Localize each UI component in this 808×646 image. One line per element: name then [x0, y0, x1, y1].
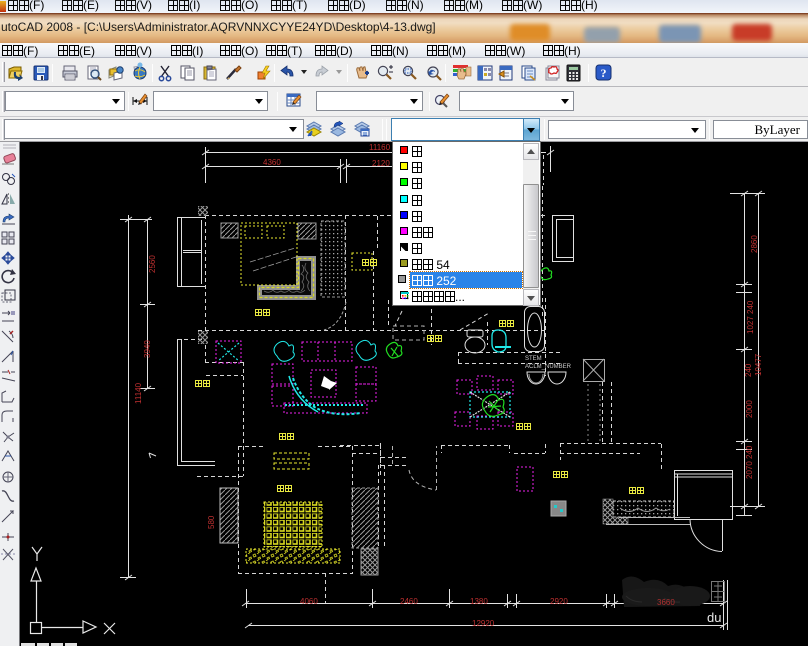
svg-text:3660: 3660: [657, 598, 675, 607]
svg-text:2920: 2920: [550, 597, 568, 606]
svg-text:?: ?: [601, 66, 607, 80]
svg-text:du: du: [707, 610, 721, 625]
svg-text:2860: 2860: [750, 235, 759, 253]
svg-text:4360: 4360: [263, 158, 281, 167]
svg-text:11160: 11160: [369, 143, 391, 152]
svg-text:3940: 3940: [143, 340, 152, 358]
svg-text:2070 240: 2070 240: [745, 445, 754, 479]
svg-text:STEM: STEM: [525, 356, 542, 362]
svg-text:2560: 2560: [148, 255, 157, 273]
svg-text:12920: 12920: [472, 619, 495, 628]
svg-text:10477: 10477: [754, 353, 763, 376]
svg-text:240: 240: [744, 363, 753, 377]
svg-text:ACLM_NUMBER: ACLM_NUMBER: [525, 364, 572, 370]
svg-text:4060: 4060: [300, 597, 318, 606]
svg-text:1027 240: 1027 240: [746, 300, 755, 334]
svg-text:580: 580: [207, 515, 216, 529]
svg-text:2000: 2000: [745, 400, 754, 418]
svg-text:2460: 2460: [400, 597, 418, 606]
svg-text:1380: 1380: [470, 597, 488, 606]
svg-text:11140: 11140: [134, 382, 143, 404]
svg-text:2120: 2120: [372, 159, 390, 168]
